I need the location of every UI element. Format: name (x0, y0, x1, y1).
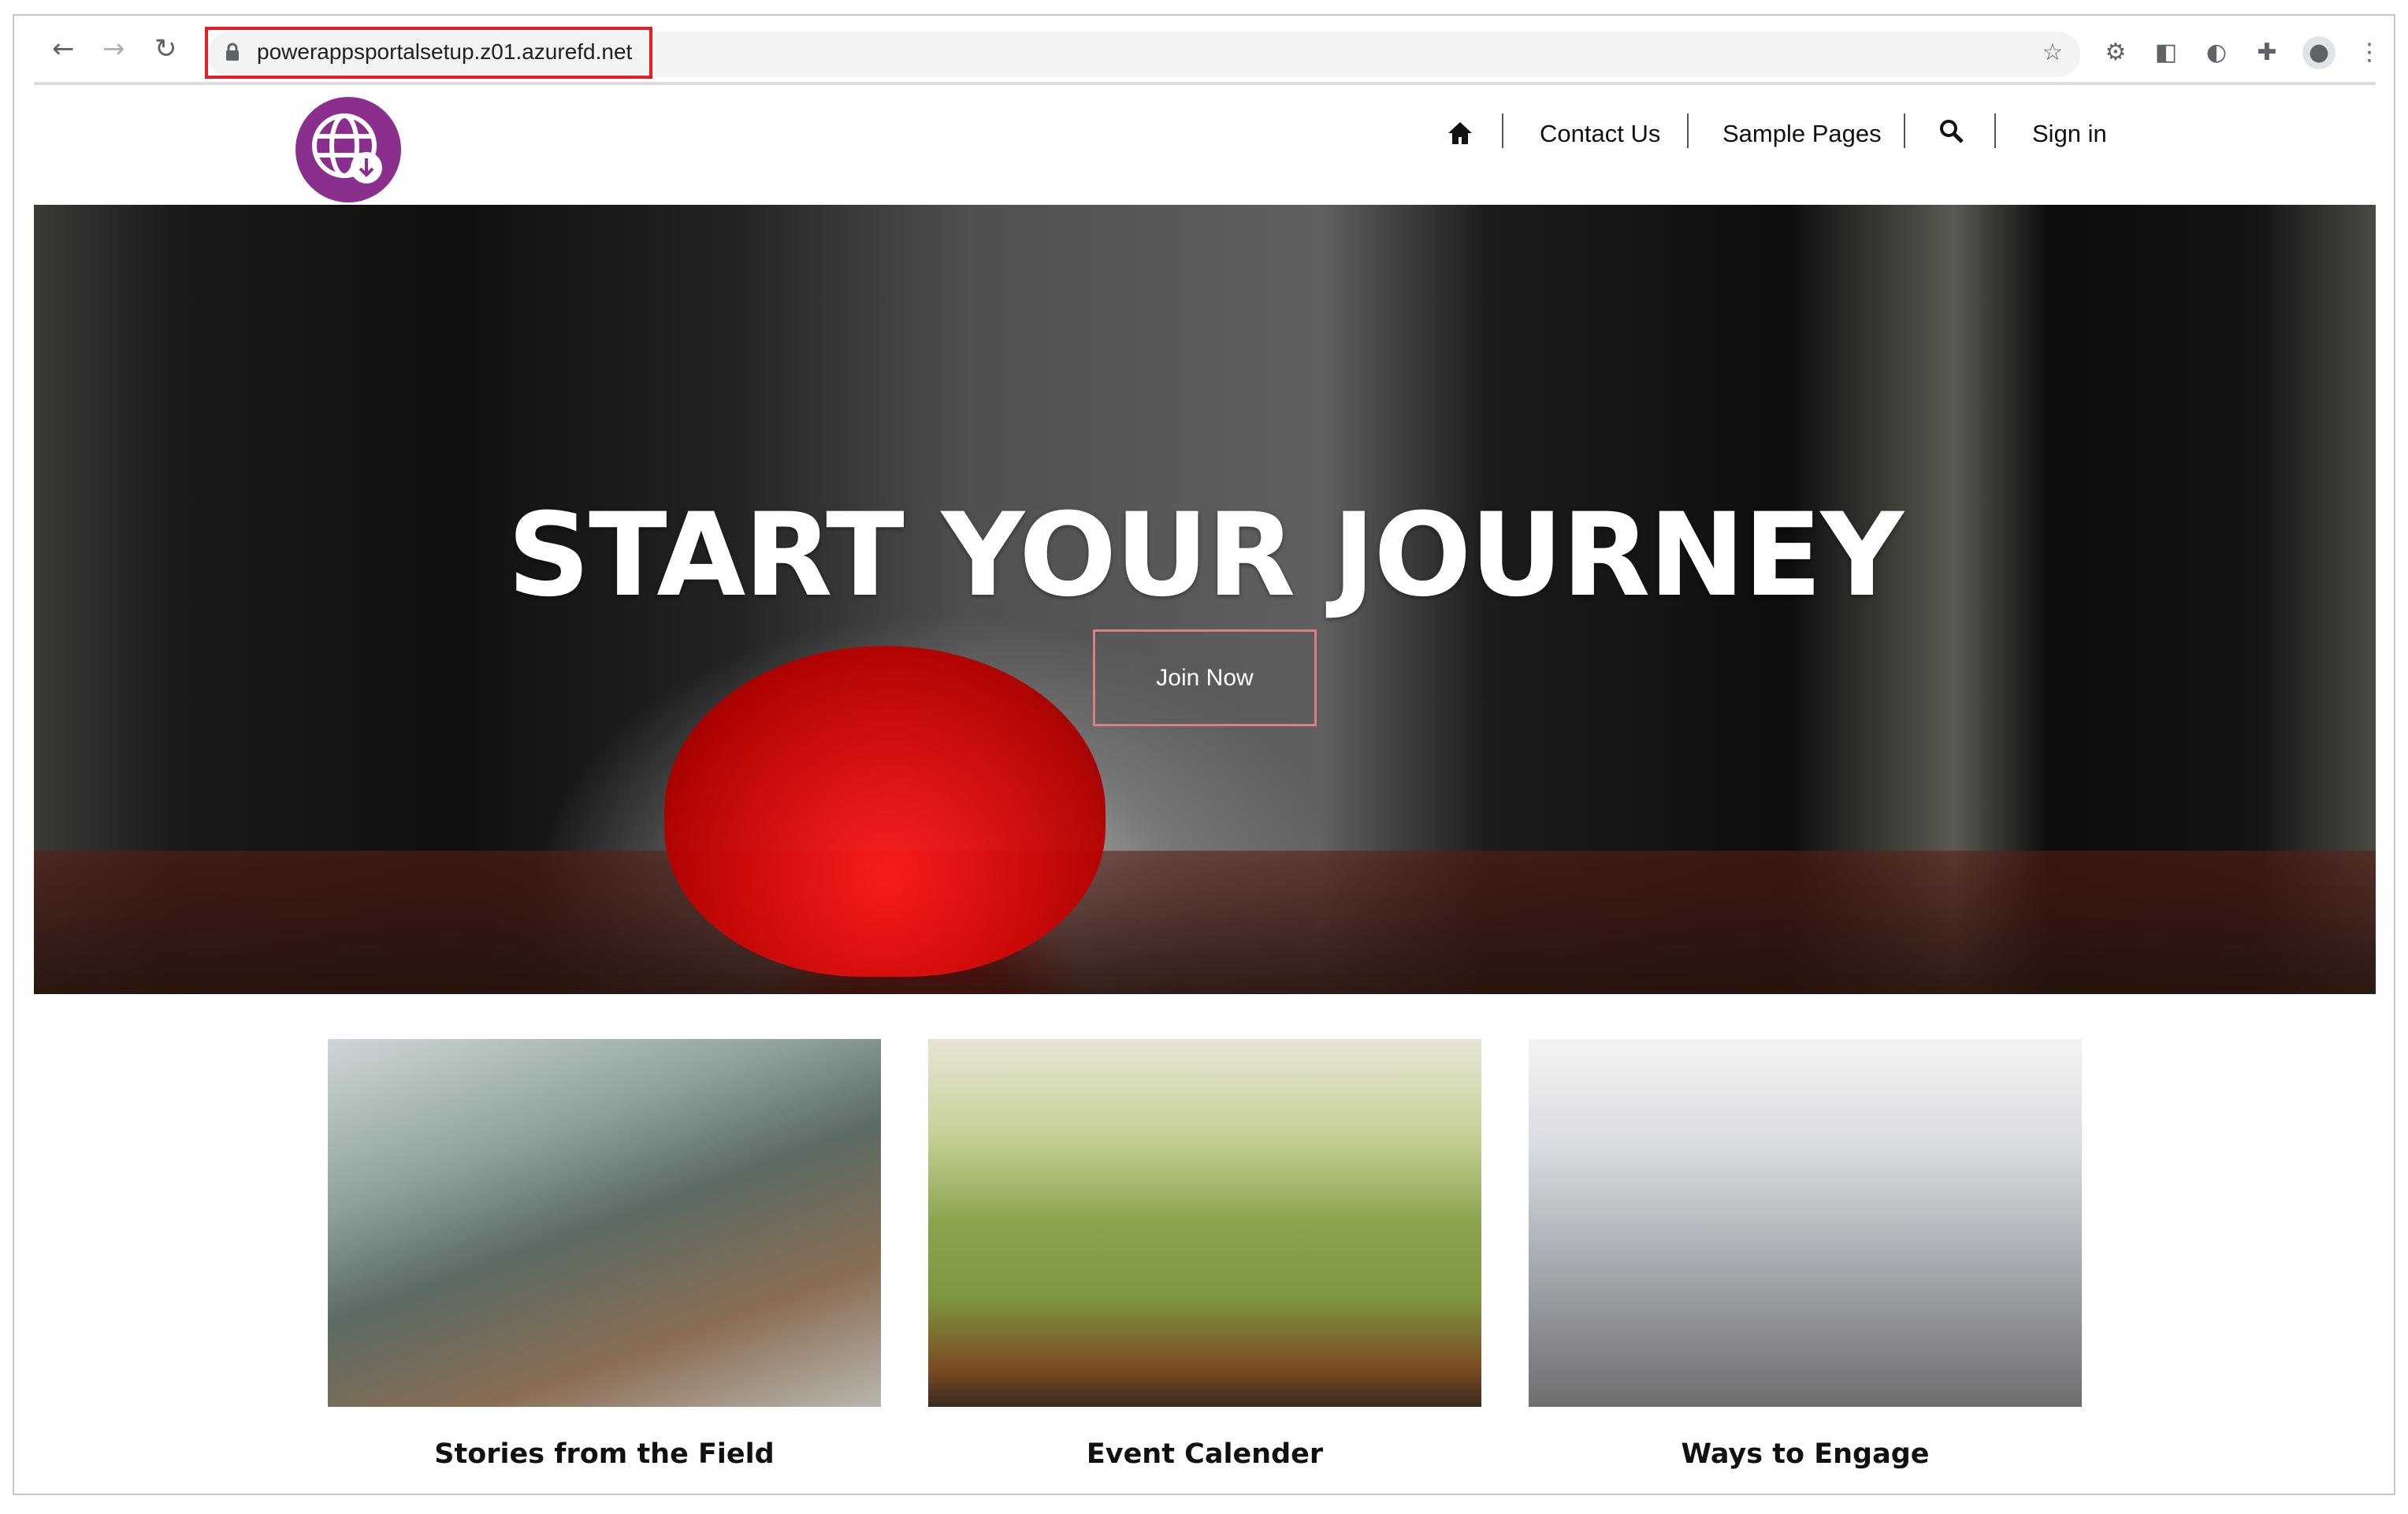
extensions-puzzle-icon[interactable]: ✚ (2254, 39, 2280, 66)
home-icon[interactable] (1447, 120, 1473, 147)
nav-contact-us[interactable]: Contact Us (1540, 114, 1660, 154)
extension-circle-icon[interactable]: ◐ (2203, 39, 2230, 66)
card-image-engage[interactable] (1529, 1039, 2082, 1407)
profile-avatar-icon[interactable]: ● (2302, 36, 2336, 69)
nav-sample-pages[interactable]: Sample Pages (1722, 114, 1882, 154)
nav-sign-in[interactable]: Sign in (2032, 114, 2107, 154)
hero-banner: START YOUR JOURNEY Join Now (34, 205, 2376, 994)
search-icon[interactable] (1938, 118, 1965, 145)
card-caption-events[interactable]: Event Calender (928, 1438, 1481, 1470)
nav-divider (1994, 113, 1996, 148)
toolbar-divider (34, 82, 2376, 85)
join-now-button[interactable]: Join Now (1093, 629, 1317, 726)
hero-title: START YOUR JOURNEY (507, 488, 1904, 622)
card-caption-stories[interactable]: Stories from the Field (328, 1438, 881, 1470)
card-image-events[interactable] (928, 1039, 1481, 1407)
card-caption-engage[interactable]: Ways to Engage (1529, 1438, 2082, 1470)
site-logo[interactable] (295, 97, 401, 202)
menu-kebab-icon[interactable]: ⋮ (2356, 39, 2383, 66)
office-extension-icon[interactable]: ◧ (2153, 39, 2179, 66)
nav-divider (1502, 113, 1503, 148)
card-image-stories[interactable] (328, 1039, 881, 1407)
reload-icon[interactable]: ↻ (154, 33, 177, 65)
url-highlight-box (205, 27, 652, 79)
nav-divider (1687, 113, 1689, 148)
back-icon[interactable]: ← (52, 33, 75, 65)
forward-icon[interactable]: → (102, 33, 125, 65)
hero-image-teapot (664, 646, 1106, 977)
hero-image-floor (34, 851, 2376, 994)
bookmark-star-icon[interactable]: ☆ (2039, 39, 2066, 66)
globe-icon (312, 113, 382, 184)
nav-divider (1904, 113, 1905, 148)
extension-gear-icon[interactable]: ⚙ (2102, 39, 2129, 66)
